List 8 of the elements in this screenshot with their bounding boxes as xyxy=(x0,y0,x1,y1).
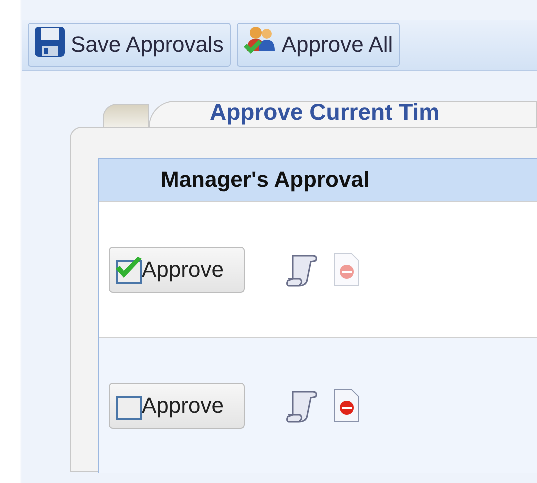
panel-title: Approve Current Tim xyxy=(210,102,440,126)
panel-tab[interactable]: Approve Current Tim xyxy=(149,101,537,127)
column-header: Manager's Approval xyxy=(99,159,537,201)
stop-document-icon[interactable] xyxy=(333,388,361,422)
save-approvals-button[interactable]: Save Approvals xyxy=(28,23,231,67)
approve-checkbox-button[interactable]: Approve xyxy=(109,246,245,292)
approve-all-button[interactable]: Approve All xyxy=(236,23,400,67)
approve-checkbox-button[interactable]: Approve xyxy=(109,382,245,428)
